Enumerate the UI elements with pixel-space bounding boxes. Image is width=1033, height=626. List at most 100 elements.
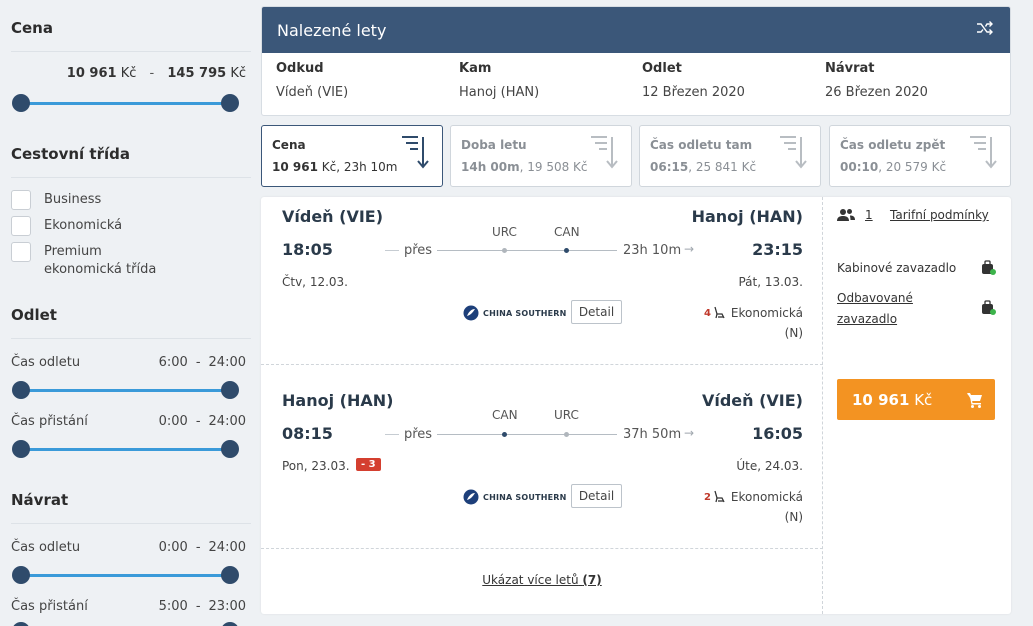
departure-landing-slider[interactable] (12, 440, 239, 458)
divider (11, 338, 251, 339)
summary-return: Návrat 26 Březen 2020 (825, 61, 1008, 100)
airline-name: CHINA SOUTHERN (483, 492, 567, 502)
tariff-conditions-link[interactable]: Tarifní podmínky (890, 208, 989, 222)
checkbox-label: Business (44, 192, 102, 207)
route-dash (385, 434, 399, 435)
travel-class-title: Cestovní třída (11, 145, 130, 163)
leg-duration: 23h 10m (623, 243, 682, 258)
stop-dot (502, 432, 507, 437)
price-slider[interactable] (12, 94, 239, 112)
price-slider-min-handle[interactable] (12, 94, 30, 112)
sort-tab-highlight: 10 961 (272, 160, 318, 174)
cabin-baggage-row: Kabinové zavazadlo (837, 258, 997, 279)
route-line (437, 250, 617, 251)
slider-track (21, 448, 230, 451)
cabin-fare-code: (N) (784, 510, 803, 524)
return-takeoff-slider[interactable] (12, 566, 239, 584)
sort-descending-icon (780, 136, 807, 169)
cabin-baggage-label: Kabinové zavazadlo (837, 261, 957, 275)
checked-baggage-line1: Odbavované (837, 291, 913, 305)
cabin-class-name: Ekonomická (730, 306, 803, 320)
search-summary-columns: Odkud Vídeň (VIE) Kam Hanoj (HAN) Odlet … (262, 53, 1010, 100)
sort-tab-highlight: 14h 00m (461, 160, 520, 174)
class-option-economy[interactable]: Ekonomická (11, 216, 122, 236)
return-landing-slider[interactable] (12, 622, 239, 626)
leg-stop-code: CAN (492, 408, 518, 422)
departure-takeoff-slider[interactable] (12, 381, 239, 399)
airline-logo: CHINA SOUTHERN (463, 489, 567, 505)
passengers-icon (837, 209, 855, 221)
sort-tab-highlight: 06:15 (650, 160, 689, 174)
seat-icon (714, 306, 725, 319)
slider-max-handle[interactable] (221, 440, 239, 458)
flight-detail-button[interactable]: Detail (571, 484, 622, 508)
departure-landing-time-row: Čas přistání 0:00 - 24:00 (11, 414, 246, 429)
slider-min-handle[interactable] (12, 622, 30, 626)
summary-value: 12 Březen 2020 (642, 85, 745, 100)
leg-stop-code: CAN (554, 225, 580, 239)
sort-tab-rest: , 19 508 Kč (519, 160, 588, 174)
time-to: 23:00 (208, 599, 246, 614)
leg-arrival-time: 23:15 (752, 240, 803, 259)
stop-dot (502, 248, 507, 253)
sort-tab-outbound-time[interactable]: Čas odletu tam 06:15, 25 841 Kč (639, 125, 821, 187)
show-more-flights-link[interactable]: Ukázat více letů (7) (261, 573, 823, 587)
checked-baggage-row[interactable]: Odbavované zavazadlo (837, 288, 997, 330)
seats-left-count: 4 (704, 308, 711, 319)
cabin-fare-code: (N) (784, 326, 803, 340)
return-takeoff-time-row: Čas odletu 0:00 - 24:00 (11, 540, 246, 555)
stop-dot (564, 248, 569, 253)
seats-left-count: 2 (704, 492, 711, 503)
time-to: 24:00 (208, 540, 246, 555)
class-option-premium-economy[interactable]: Premium ekonomická třída (11, 242, 164, 279)
stop-dot (564, 432, 569, 437)
outbound-leg: Vídeň (VIE) Hanoj (HAN) 18:05 23:15 přes… (261, 197, 823, 365)
price-currency: Kč (120, 66, 137, 81)
slider-max-handle[interactable] (221, 622, 239, 626)
time-sep: - (195, 414, 201, 429)
slider-max-handle[interactable] (221, 566, 239, 584)
sort-tab-return-time[interactable]: Čas odletu zpět 00:10, 20 579 Kč (829, 125, 1011, 187)
passenger-count[interactable]: 1 (837, 208, 873, 222)
summary-value: 26 Březen 2020 (825, 85, 928, 100)
seat-icon (714, 490, 725, 503)
price-slider-max-handle[interactable] (221, 94, 239, 112)
checkbox-label: Premium ekonomická třída (44, 244, 157, 277)
cart-icon (967, 392, 982, 408)
sort-tab-price[interactable]: Cena 10 961 Kč, 23h 10m (261, 125, 443, 187)
search-summary-card: Nalezené lety Odkud Vídeň (VIE) Kam Hano… (261, 6, 1011, 116)
checkbox[interactable] (11, 216, 31, 236)
flight-detail-button[interactable]: Detail (571, 300, 622, 324)
leg-arrival-time: 16:05 (752, 424, 803, 443)
slider-track (21, 389, 230, 392)
departure-takeoff-time-row: Čas odletu 6:00 - 24:00 (11, 355, 246, 370)
leg-departure-time: 18:05 (282, 240, 333, 259)
slider-max-handle[interactable] (221, 381, 239, 399)
slider-min-handle[interactable] (12, 566, 30, 584)
airline-logo-icon (463, 305, 479, 321)
leg-destination-city: Vídeň (VIE) (701, 391, 803, 410)
cabin-class: Ekonomická (N) (731, 303, 803, 343)
checkbox[interactable] (11, 242, 31, 262)
checked-baggage-link[interactable]: Odbavované zavazadlo (837, 288, 913, 330)
time-sep: - (195, 540, 201, 555)
checkbox[interactable] (11, 190, 31, 210)
buy-price-currency: Kč (914, 390, 933, 409)
leg-origin-city: Vídeň (VIE) (282, 207, 384, 226)
sort-tab-duration[interactable]: Doba letu 14h 00m, 19 508 Kč (450, 125, 632, 187)
shuffle-icon[interactable] (976, 20, 994, 40)
baggage-included-icon (982, 260, 996, 275)
buy-ticket-button[interactable]: 10 961 Kč (837, 379, 995, 420)
flight-legs: Vídeň (VIE) Hanoj (HAN) 18:05 23:15 přes… (261, 197, 823, 614)
time-sep: - (195, 599, 201, 614)
departure-filter-title: Odlet (11, 306, 57, 324)
slider-min-handle[interactable] (12, 440, 30, 458)
slider-min-handle[interactable] (12, 381, 30, 399)
show-more-count: (7) (582, 573, 602, 587)
class-option-business[interactable]: Business (11, 190, 101, 210)
sort-tab-highlight: 00:10 (840, 160, 879, 174)
route-line (437, 434, 617, 435)
leg-via-label: přes (404, 243, 433, 258)
price-filter-title: Cena (11, 19, 53, 37)
time-to: 24:00 (208, 414, 246, 429)
